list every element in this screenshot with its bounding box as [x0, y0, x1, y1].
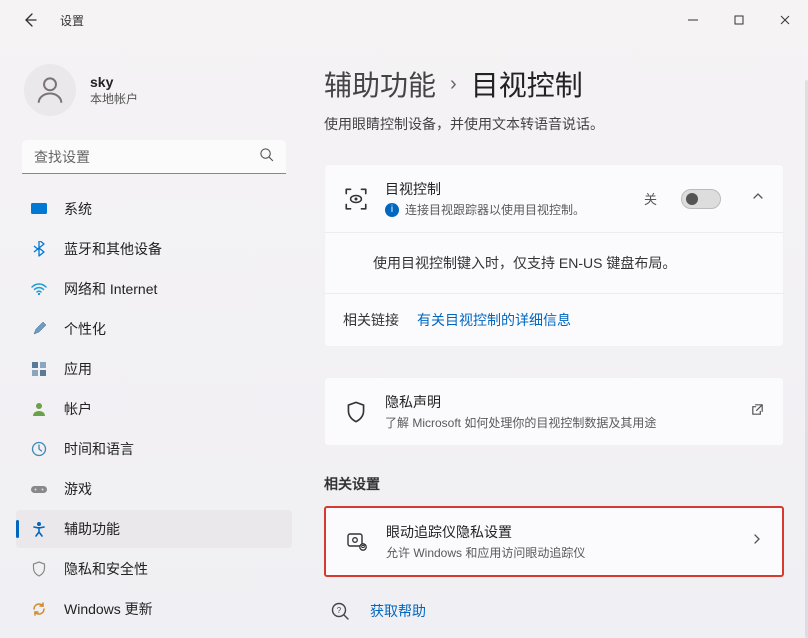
search-input[interactable]: [22, 140, 286, 174]
info-icon: i: [385, 203, 399, 217]
eye-tracker-icon: [344, 530, 370, 554]
breadcrumb-parent[interactable]: 辅助功能: [324, 64, 436, 104]
help-list: ? 获取帮助 提供反馈: [324, 601, 784, 638]
avatar: [24, 64, 76, 116]
external-link-icon: [750, 402, 765, 422]
eye-scan-icon: [343, 186, 369, 212]
chevron-up-icon: [751, 189, 765, 208]
breadcrumb-current: 目视控制: [471, 64, 583, 104]
sidebar-item-gaming[interactable]: 游戏: [16, 470, 292, 508]
eyecontrol-note: 使用目视控制键入时，仅支持 EN-US 键盘布局。: [325, 232, 783, 293]
sidebar-item-label: 系统: [64, 199, 92, 219]
chevron-right-icon: ›: [450, 73, 457, 96]
sidebar-item-privacy[interactable]: 隐私和安全性: [16, 550, 292, 588]
eyecontrol-title: 目视控制: [385, 179, 628, 199]
maximize-button[interactable]: [716, 4, 762, 36]
profile-name: sky: [90, 74, 138, 90]
window-title: 设置: [60, 12, 84, 29]
gamepad-icon: [30, 480, 48, 498]
nav-list: 系统 蓝牙和其他设备 网络和 Internet 个性化 应用: [16, 190, 292, 628]
sidebar-item-apps[interactable]: 应用: [16, 350, 292, 388]
search-wrap: [22, 140, 286, 174]
privacy-card[interactable]: 隐私声明 了解 Microsoft 如何处理你的目视控制数据及其用途: [324, 377, 784, 446]
close-button[interactable]: [762, 4, 808, 36]
eye-tracker-privacy-card[interactable]: 眼动追踪仪隐私设置 允许 Windows 和应用访问眼动追踪仪: [324, 506, 784, 577]
page-subdesc: 使用眼睛控制设备，并使用文本转语音说话。: [324, 114, 784, 134]
svg-text:?: ?: [337, 606, 342, 615]
back-button[interactable]: [20, 10, 40, 30]
related-settings-head: 相关设置: [324, 474, 784, 494]
chevron-right-icon: [750, 532, 764, 551]
titlebar: 设置: [0, 0, 808, 40]
eyecontrol-toggle[interactable]: [681, 189, 721, 209]
sidebar-item-network[interactable]: 网络和 Internet: [16, 270, 292, 308]
get-help-link[interactable]: ? 获取帮助: [324, 601, 784, 621]
sidebar-item-label: 个性化: [64, 319, 106, 339]
globe-clock-icon: [30, 440, 48, 458]
sidebar: sky 本地帐户 系统 蓝牙和其他设备: [0, 40, 300, 638]
update-icon: [30, 600, 48, 618]
links-label: 相关链接: [343, 310, 399, 330]
related-links-row: 相关链接 有关目视控制的详细信息: [325, 293, 783, 346]
sidebar-item-personalization[interactable]: 个性化: [16, 310, 292, 348]
sidebar-item-label: 网络和 Internet: [64, 279, 157, 299]
tracker-sub: 允许 Windows 和应用访问眼动追踪仪: [386, 544, 585, 561]
sidebar-item-label: 应用: [64, 359, 92, 379]
sidebar-item-windows-update[interactable]: Windows 更新: [16, 590, 292, 628]
eyecontrol-sub: 连接目视跟踪器以使用目视控制。: [405, 201, 585, 218]
tracker-title: 眼动追踪仪隐私设置: [386, 522, 720, 542]
sidebar-item-label: 蓝牙和其他设备: [64, 239, 162, 259]
apps-icon: [30, 360, 48, 378]
sidebar-item-label: Windows 更新: [64, 599, 153, 619]
sidebar-item-bluetooth[interactable]: 蓝牙和其他设备: [16, 230, 292, 268]
brush-icon: [30, 320, 48, 338]
sidebar-item-time-language[interactable]: 时间和语言: [16, 430, 292, 468]
sidebar-item-accounts[interactable]: 帐户: [16, 390, 292, 428]
breadcrumb: 辅助功能 › 目视控制: [324, 64, 784, 104]
person-icon: [30, 400, 48, 418]
privacy-title: 隐私声明: [385, 392, 734, 412]
get-help-label: 获取帮助: [370, 601, 426, 621]
search-icon: [259, 147, 274, 167]
sidebar-item-system[interactable]: 系统: [16, 190, 292, 228]
sidebar-item-label: 帐户: [64, 399, 92, 419]
bluetooth-icon: [30, 240, 48, 258]
wifi-icon: [30, 280, 48, 298]
system-icon: [30, 200, 48, 218]
profile-block[interactable]: sky 本地帐户: [16, 56, 292, 132]
eyecontrol-details-link[interactable]: 有关目视控制的详细信息: [417, 310, 571, 330]
toggle-state-label: 关: [644, 189, 657, 208]
sidebar-item-accessibility[interactable]: 辅助功能: [16, 510, 292, 548]
main-content: 辅助功能 › 目视控制 使用眼睛控制设备，并使用文本转语音说话。 目视控制 i …: [300, 40, 808, 638]
shield-icon: [30, 560, 48, 578]
eyecontrol-toggle-row[interactable]: 目视控制 i 连接目视跟踪器以使用目视控制。 关: [325, 165, 783, 232]
shield-outline-icon: [343, 401, 369, 423]
window-controls: [670, 4, 808, 36]
minimize-button[interactable]: [670, 4, 716, 36]
help-icon: ?: [330, 601, 352, 621]
sidebar-item-label: 隐私和安全性: [64, 559, 148, 579]
privacy-sub: 了解 Microsoft 如何处理你的目视控制数据及其用途: [385, 414, 656, 431]
eyecontrol-card: 目视控制 i 连接目视跟踪器以使用目视控制。 关 使用目视控制键入时，仅支持 E…: [324, 164, 784, 347]
sidebar-item-label: 游戏: [64, 479, 92, 499]
accessibility-icon: [30, 520, 48, 538]
sidebar-item-label: 时间和语言: [64, 439, 134, 459]
sidebar-item-label: 辅助功能: [64, 519, 120, 539]
profile-sub: 本地帐户: [90, 90, 138, 107]
